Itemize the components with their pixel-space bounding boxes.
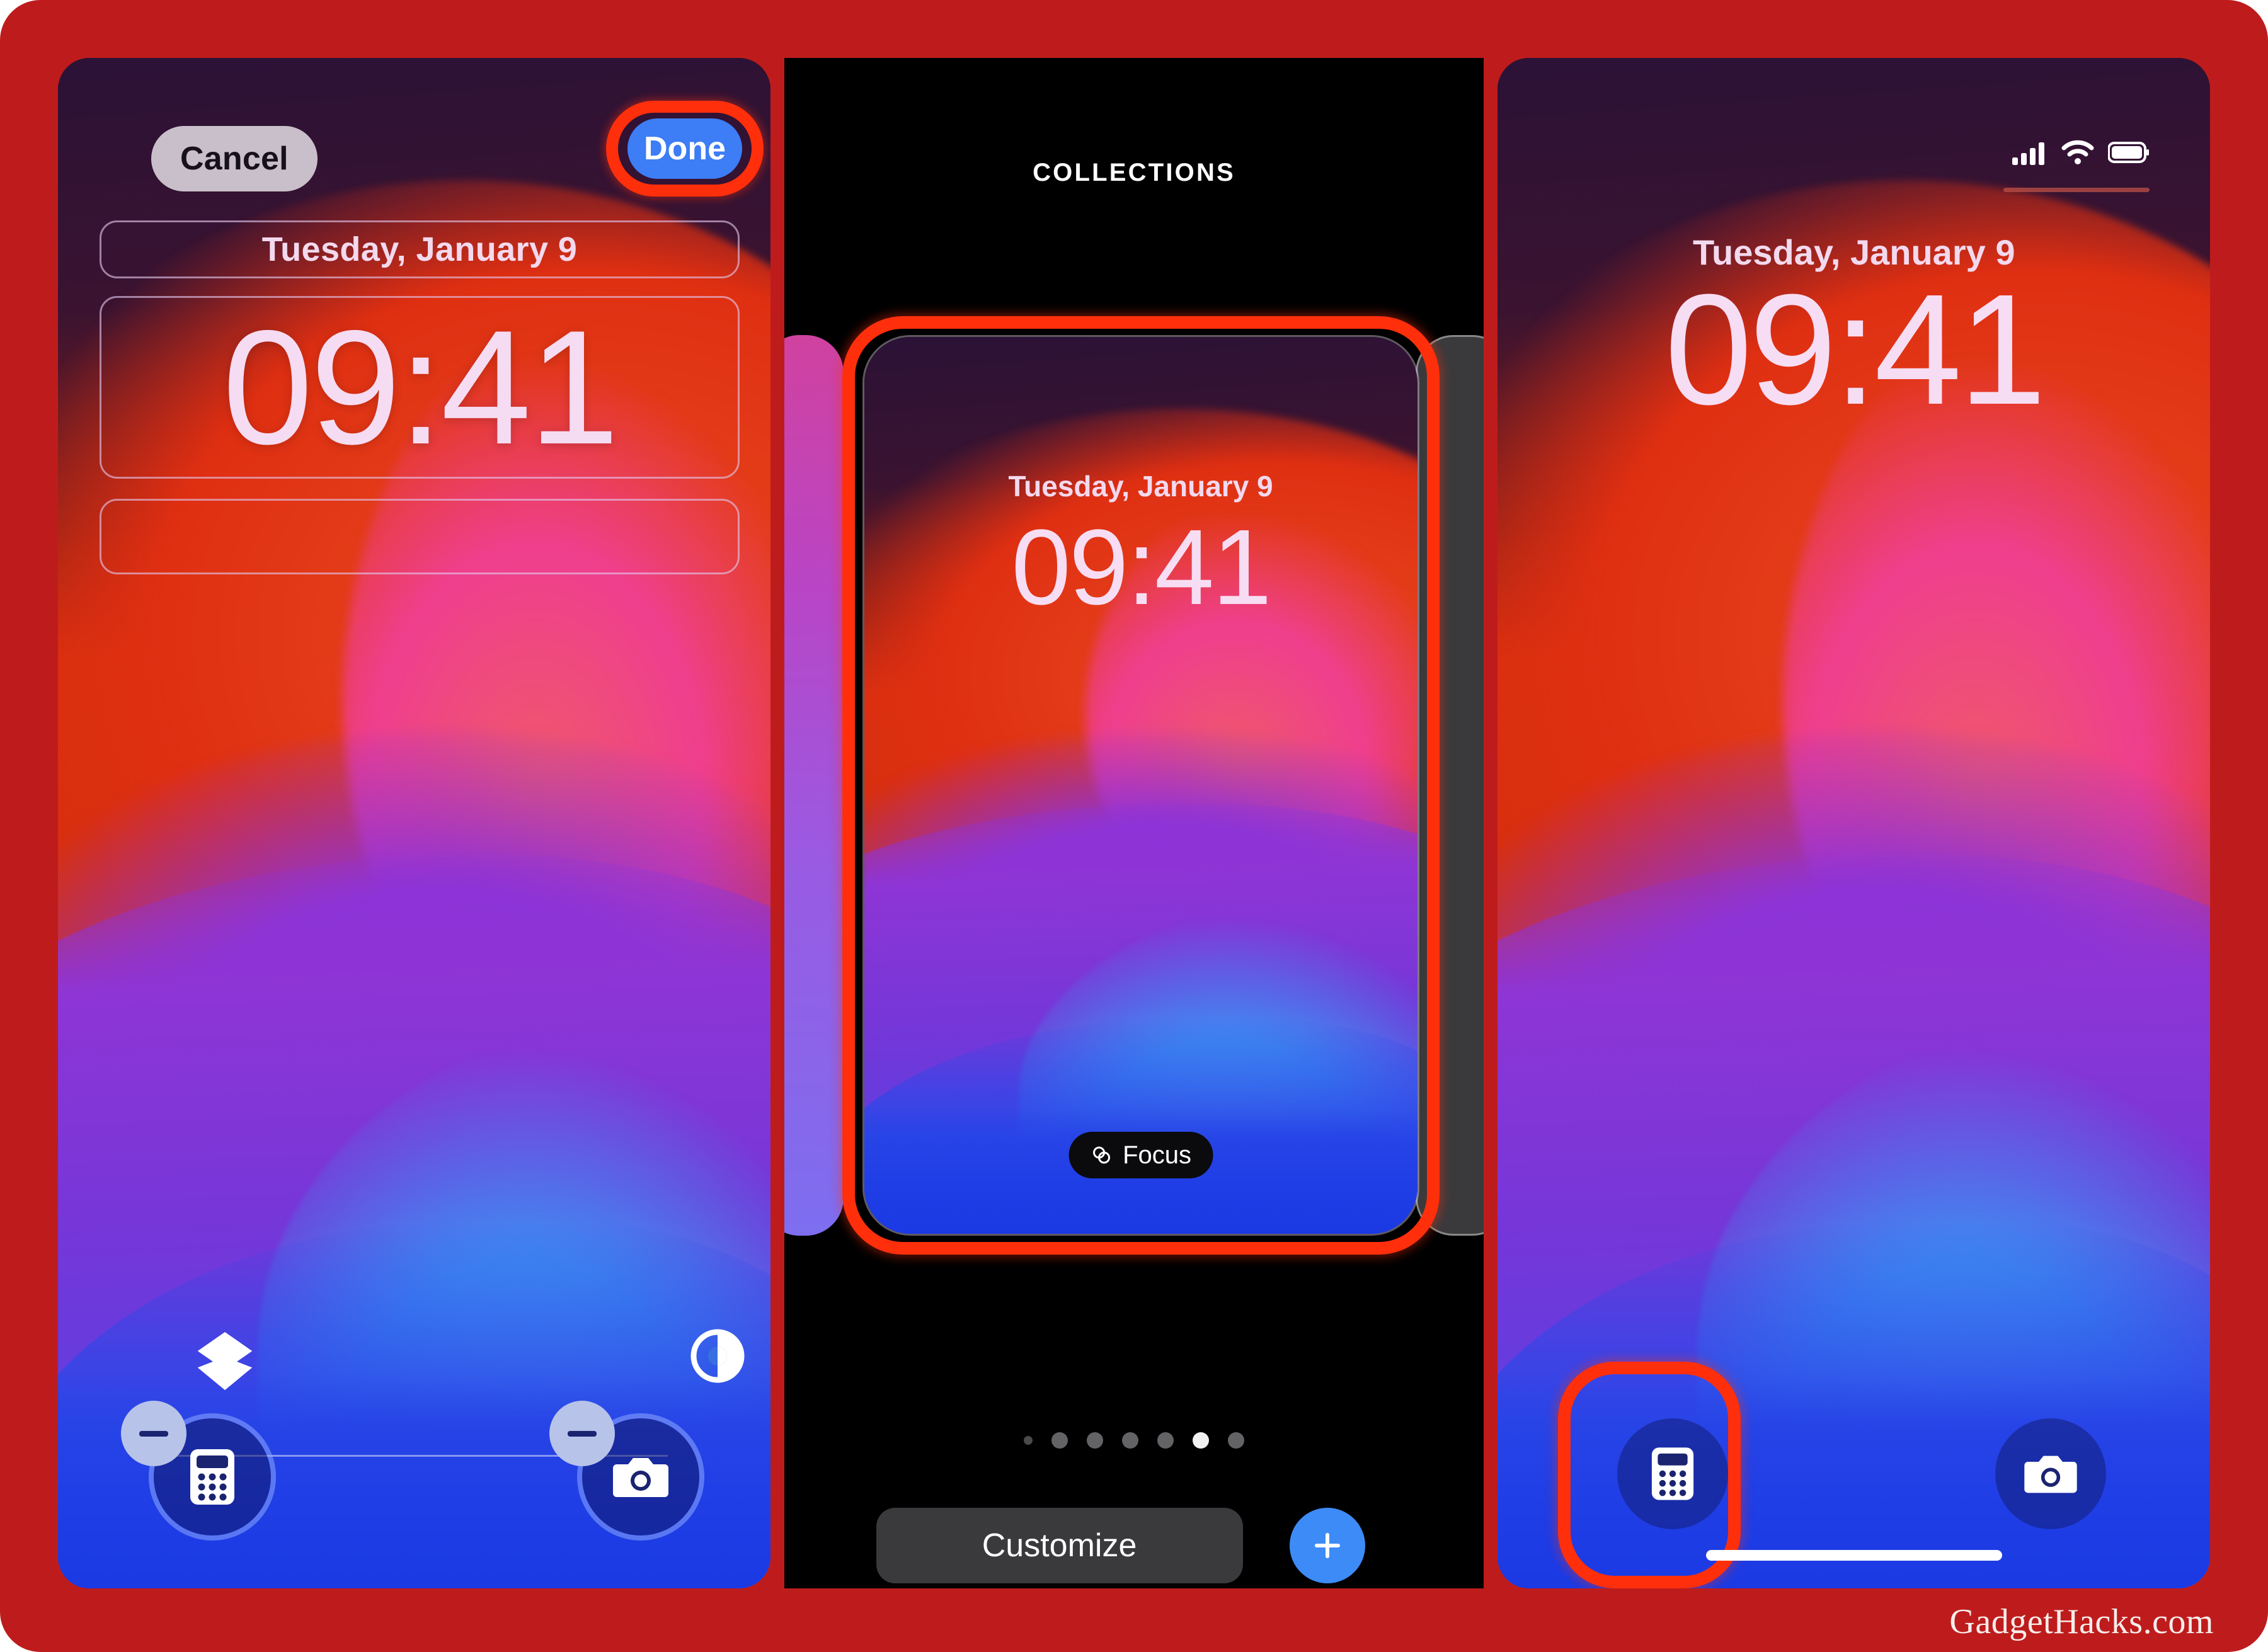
minus-icon <box>139 1430 168 1437</box>
edit-topbar: Cancel Done <box>58 58 770 197</box>
wifi-icon <box>2061 140 2094 164</box>
page-dot[interactable] <box>1051 1432 1068 1449</box>
lock-time-text: 09:41 <box>1664 261 2046 437</box>
card-time-text: 09:41 <box>1011 508 1271 627</box>
shortcut-right-camera[interactable] <box>549 1401 699 1535</box>
camera-icon <box>2024 1455 2078 1493</box>
done-button-wrapper: Done <box>606 101 764 197</box>
gallery-card-previous[interactable] <box>784 335 844 1236</box>
cellular-bars-icon <box>2012 142 2044 165</box>
status-bar <box>2012 140 2150 165</box>
widgets-slot[interactable] <box>100 499 740 574</box>
battery-icon <box>2108 142 2149 163</box>
wallpaper <box>58 58 770 1588</box>
gallery-card-next[interactable] <box>1416 335 1484 1236</box>
panel-wallpaper-gallery: COLLECTIONS Tuesday, January 9 09:41 Foc… <box>784 58 1484 1588</box>
calculator-icon <box>190 1449 234 1505</box>
red-annotation-frame: Cancel Done Tuesday, January 9 09:41 COL… <box>0 0 2268 1652</box>
site-watermark: GadgetHacks.com <box>1949 1602 2214 1641</box>
page-dot[interactable] <box>1228 1432 1244 1449</box>
card-date-text: Tuesday, January 9 <box>1008 470 1273 503</box>
shortcut-left-calculator[interactable] <box>1617 1418 1729 1529</box>
page-dot-active[interactable] <box>1193 1432 1209 1449</box>
collections-heading: COLLECTIONS <box>1033 159 1235 186</box>
calculator-icon <box>1652 1447 1694 1500</box>
page-dot[interactable] <box>1122 1432 1138 1449</box>
gallery-card-selected[interactable]: Tuesday, January 9 09:41 Focus <box>862 335 1419 1236</box>
focus-button[interactable]: Focus <box>1068 1132 1213 1178</box>
lock-date-text: Tuesday, January 9 <box>261 231 578 268</box>
minus-icon <box>568 1430 597 1437</box>
plus-icon <box>1314 1533 1340 1558</box>
lock-time-text: 09:41 <box>222 296 619 478</box>
status-bar-underline <box>2003 188 2150 192</box>
panel-lock-screen-result: Tuesday, January 9 09:41 <box>1498 58 2210 1588</box>
page-dot[interactable] <box>1024 1436 1033 1445</box>
camera-icon <box>613 1458 668 1497</box>
screenshot-panel-row: Cancel Done Tuesday, January 9 09:41 COL… <box>58 58 2210 1588</box>
focus-moon-icon <box>1092 1146 1110 1164</box>
shortcut-left-calculator[interactable] <box>121 1401 271 1535</box>
add-wallpaper-button[interactable] <box>1289 1508 1365 1583</box>
layers-icon[interactable] <box>195 1330 255 1393</box>
home-indicator <box>1705 1550 2002 1561</box>
page-dot[interactable] <box>1087 1432 1103 1449</box>
depth-effect-icon[interactable] <box>690 1329 745 1383</box>
cancel-button[interactable]: Cancel <box>151 126 318 191</box>
done-button[interactable]: Done <box>627 118 742 179</box>
remove-shortcut-left-button[interactable] <box>121 1401 186 1466</box>
panel-lock-screen-edit: Cancel Done Tuesday, January 9 09:41 <box>58 58 770 1588</box>
gallery-page-dots[interactable] <box>784 1432 1484 1449</box>
remove-shortcut-right-button[interactable] <box>549 1401 615 1466</box>
focus-label: Focus <box>1123 1141 1192 1169</box>
customize-button[interactable]: Customize <box>876 1508 1243 1583</box>
page-dot[interactable] <box>1157 1432 1174 1449</box>
shortcut-right-camera[interactable] <box>1995 1418 2107 1529</box>
